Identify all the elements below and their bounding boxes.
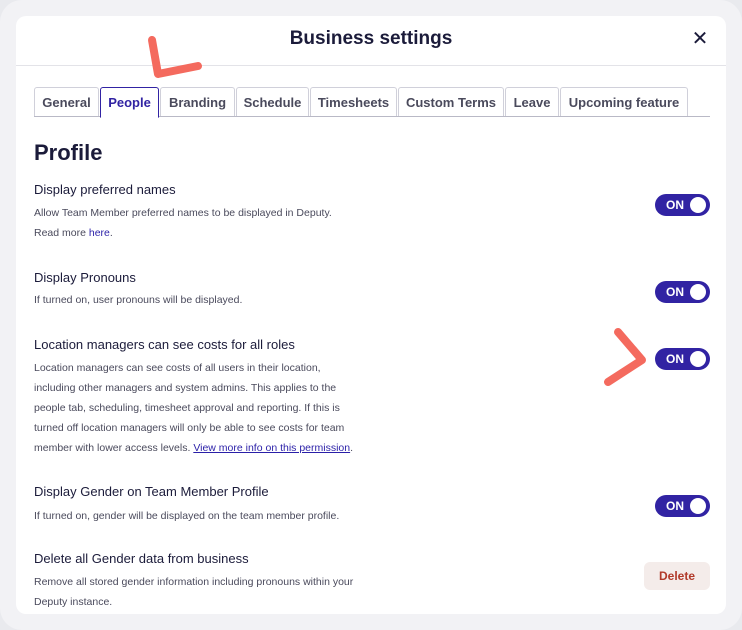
tab-people[interactable]: People bbox=[100, 87, 159, 118]
annotation-arrow-icon bbox=[604, 328, 646, 386]
desc-line: Location managers can see costs of all u… bbox=[34, 362, 321, 374]
tab-leave[interactable]: Leave bbox=[505, 87, 559, 116]
tab-schedule[interactable]: Schedule bbox=[236, 87, 309, 116]
setting-desc-pronouns: If turned on, user pronouns will be disp… bbox=[34, 294, 243, 306]
desc-line: member with lower access levels. View mo… bbox=[34, 438, 374, 458]
tab-general[interactable]: General bbox=[34, 87, 99, 116]
desc-line: Remove all stored gender information inc… bbox=[34, 576, 354, 588]
desc-line: Read more here. bbox=[34, 223, 374, 243]
desc-text: . bbox=[109, 227, 113, 239]
toggle-label: ON bbox=[666, 352, 684, 366]
setting-desc-location-managers-costs: Location managers can see costs of all u… bbox=[34, 358, 374, 458]
toggle-label: ON bbox=[666, 499, 684, 513]
modal-title: Business settings bbox=[289, 28, 453, 49]
tab-branding[interactable]: Branding bbox=[160, 87, 235, 116]
annotation-check-icon bbox=[148, 36, 202, 78]
modal-header: Business settings ✕ bbox=[16, 16, 726, 66]
setting-title-pronouns: Display Pronouns bbox=[34, 270, 136, 285]
setting-title-gender-profile: Display Gender on Team Member Profile bbox=[34, 484, 269, 499]
desc-line: including other managers and system admi… bbox=[34, 382, 337, 394]
setting-desc-gender-profile: If turned on, gender will be displayed o… bbox=[34, 510, 340, 522]
location-managers-costs-toggle[interactable]: ON bbox=[655, 348, 710, 370]
desc-line: people tab, scheduling, timesheet approv… bbox=[34, 402, 340, 414]
desc-line: Allow Team Member preferred names to be … bbox=[34, 207, 332, 219]
setting-title-preferred-names: Display preferred names bbox=[34, 182, 176, 197]
toggle-knob bbox=[690, 284, 706, 300]
permission-info-link[interactable]: View more info on this permission bbox=[193, 442, 350, 454]
read-more-link[interactable]: here bbox=[89, 227, 110, 239]
settings-tabs: General People Branding Schedule Timeshe… bbox=[34, 87, 710, 118]
close-icon[interactable]: ✕ bbox=[688, 27, 712, 51]
toggle-knob bbox=[690, 197, 706, 213]
setting-title-location-managers-costs: Location managers can see costs for all … bbox=[34, 337, 295, 352]
setting-desc-preferred-names: Allow Team Member preferred names to be … bbox=[34, 203, 374, 243]
business-settings-modal: Business settings ✕ General People Brand… bbox=[16, 16, 726, 614]
desc-text: . bbox=[350, 442, 354, 454]
tab-custom-terms[interactable]: Custom Terms bbox=[398, 87, 504, 116]
pronouns-toggle[interactable]: ON bbox=[655, 281, 710, 303]
desc-line: turned off location managers will only b… bbox=[34, 422, 345, 434]
section-title: Profile bbox=[34, 140, 103, 165]
delete-gender-data-button[interactable]: Delete bbox=[644, 562, 710, 590]
toggle-label: ON bbox=[666, 285, 684, 299]
desc-line: Deputy instance. bbox=[34, 596, 113, 608]
toggle-knob bbox=[690, 351, 706, 367]
tab-timesheets[interactable]: Timesheets bbox=[310, 87, 397, 116]
desc-text: Read more bbox=[34, 227, 89, 239]
setting-title-delete-gender-data: Delete all Gender data from business bbox=[34, 551, 249, 566]
desc-text: member with lower access levels. bbox=[34, 442, 194, 454]
preferred-names-toggle[interactable]: ON bbox=[655, 194, 710, 216]
toggle-knob bbox=[690, 498, 706, 514]
setting-desc-delete-gender-data: Remove all stored gender information inc… bbox=[34, 572, 374, 612]
gender-profile-toggle[interactable]: ON bbox=[655, 495, 710, 517]
tab-upcoming-feature[interactable]: Upcoming feature bbox=[560, 87, 688, 116]
toggle-label: ON bbox=[666, 198, 684, 212]
